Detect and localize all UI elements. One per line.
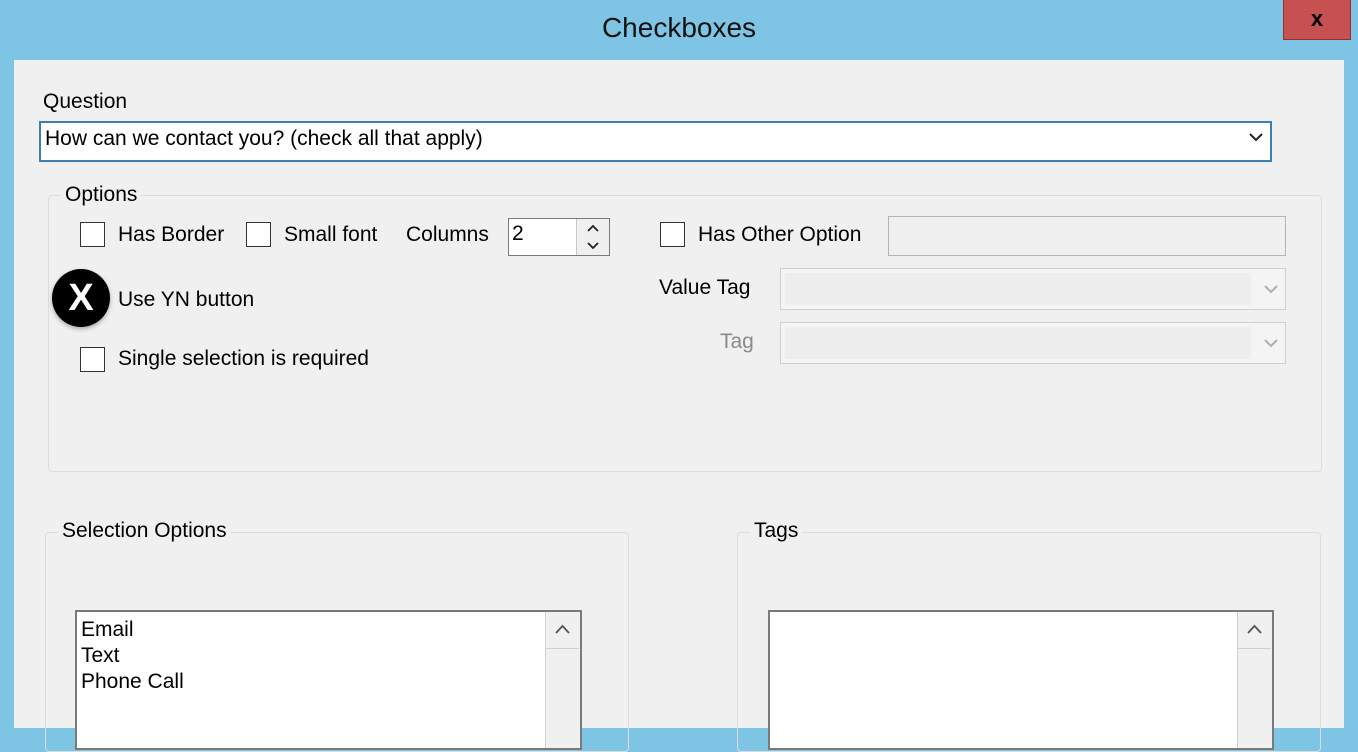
small-font-label: Small font [284,223,378,246]
single-selection-label: Single selection is required [118,347,369,370]
tag-combobox[interactable] [780,322,1286,364]
value-tag-field [785,273,1251,305]
columns-spinner[interactable]: 2 [508,218,610,256]
window-title: Checkboxes [601,12,757,43]
close-button[interactable]: x [1283,0,1351,40]
chevron-up-icon [587,224,599,232]
value-tag-label: Value Tag [659,276,751,299]
scroll-up-button[interactable] [1238,612,1271,649]
question-value: How can we contact you? (check all that … [45,127,483,150]
options-legend: Options [61,183,142,207]
tag-field [785,327,1251,359]
selection-options-items: Email Text Phone Call [81,617,184,695]
dialog-body: Question How can we contact you? (check … [14,60,1344,752]
tags-listbox[interactable] [768,610,1274,750]
chevron-up-icon [555,624,570,634]
has-border-checkbox[interactable] [80,222,105,247]
spinner-buttons [576,219,609,255]
list-item[interactable]: Email [81,617,184,643]
has-border-label: Has Border [118,223,225,246]
value-tag-combobox[interactable] [780,268,1286,310]
scroll-up-button[interactable] [546,612,579,649]
question-combobox[interactable]: How can we contact you? (check all that … [39,121,1272,162]
single-selection-checkbox[interactable] [80,347,105,372]
columns-label: Columns [406,223,489,246]
tag-label: Tag [720,330,754,353]
chevron-down-icon [1264,339,1278,348]
has-other-option-label: Has Other Option [698,223,862,246]
use-yn-checked-badge[interactable]: X [52,269,110,327]
spin-down-button[interactable] [577,237,609,255]
other-option-textbox[interactable] [888,216,1286,256]
list-item[interactable]: Text [81,643,184,669]
chevron-down-icon[interactable] [1248,129,1264,145]
use-yn-label: Use YN button [118,288,255,311]
selection-options-legend: Selection Options [58,519,231,543]
list-item[interactable]: Phone Call [81,669,184,695]
chevron-down-icon [587,242,599,250]
tags-legend: Tags [750,519,803,543]
selection-options-listbox[interactable]: Email Text Phone Call [75,610,582,750]
chevron-down-icon [1264,285,1278,294]
spin-up-button[interactable] [577,219,609,238]
has-other-option-checkbox[interactable] [660,222,685,247]
columns-value: 2 [512,222,524,245]
question-label: Question [43,90,128,113]
chevron-up-icon [1247,624,1262,634]
small-font-checkbox[interactable] [246,222,271,247]
title-bar: Checkboxes x [0,0,1358,60]
